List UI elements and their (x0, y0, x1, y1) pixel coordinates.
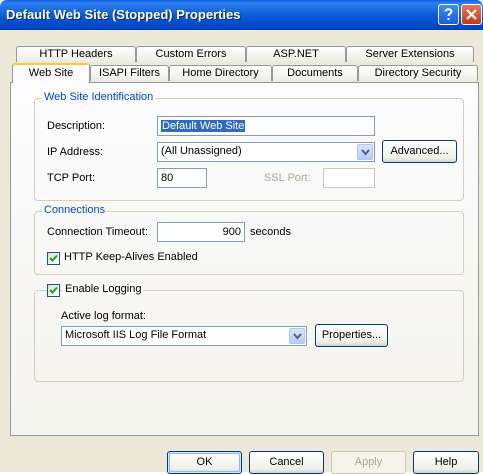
identification-group: Web Site Identification Description: Def… (34, 91, 464, 201)
properties-dialog: Default Web Site (Stopped) Properties HT… (0, 0, 483, 474)
apply-button[interactable]: Apply (331, 451, 406, 474)
chevron-down-icon (361, 149, 370, 156)
advanced-button[interactable]: Advanced... (382, 140, 457, 163)
checkmark-icon (49, 286, 58, 294)
identification-group-label: Web Site Identification (42, 91, 156, 103)
description-label: Description: (47, 120, 106, 132)
tab-custom-errors[interactable]: Custom Errors (136, 46, 246, 62)
logging-group: Enable Logging Active log format: Micros… (34, 283, 464, 382)
tcp-port-label: TCP Port: (47, 172, 96, 184)
tab-http-headers[interactable]: HTTP Headers (16, 46, 136, 62)
log-format-value: Microsoft IIS Log File Format (65, 329, 207, 341)
ssl-port-input[interactable] (323, 168, 375, 188)
log-properties-button[interactable]: Properties... (315, 324, 388, 347)
question-icon (444, 8, 453, 20)
window-title: Default Web Site (Stopped) Properties (6, 7, 241, 22)
cancel-button[interactable]: Cancel (249, 451, 324, 474)
connection-timeout-label: Connection Timeout: (47, 226, 148, 238)
tcp-port-input[interactable]: 80 (157, 168, 207, 188)
enable-logging-label[interactable]: Enable Logging (63, 283, 144, 295)
keepalive-label[interactable]: HTTP Keep-Alives Enabled (64, 251, 198, 263)
log-format-select[interactable]: Microsoft IIS Log File Format (61, 326, 307, 346)
tab-server-extensions[interactable]: Server Extensions (346, 46, 474, 62)
help-title-button[interactable] (438, 4, 459, 25)
tab-isapi-filters[interactable]: ISAPI Filters (90, 65, 169, 81)
description-input[interactable]: Default Web Site (157, 116, 375, 136)
connections-group: Connections Connection Timeout: 900 seco… (34, 204, 464, 275)
ssl-port-label: SSL Port: (264, 172, 311, 184)
tab-row-front: Web Site ISAPI Filters Home Directory Do… (12, 63, 479, 83)
connection-timeout-input[interactable]: 900 (157, 222, 245, 242)
ok-button[interactable]: OK (167, 451, 242, 474)
ip-address-value: (All Unassigned) (161, 145, 242, 157)
chevron-down-icon (293, 333, 302, 340)
ip-address-select[interactable]: (All Unassigned) (157, 142, 375, 162)
ip-dropdown-arrow[interactable] (357, 144, 373, 160)
tab-web-site[interactable]: Web Site (12, 63, 90, 83)
timeout-unit-label: seconds (250, 226, 291, 238)
tab-row-back: HTTP Headers Custom Errors ASP.NET Serve… (16, 46, 476, 63)
close-title-button[interactable] (461, 4, 482, 25)
tab-asp-net[interactable]: ASP.NET (246, 46, 346, 62)
description-value: Default Web Site (161, 120, 246, 132)
dialog-button-bar: OK Cancel Apply Help (0, 436, 483, 474)
enable-logging-checkbox[interactable] (47, 284, 60, 297)
connections-group-label: Connections (42, 204, 108, 216)
log-format-dropdown-arrow[interactable] (289, 328, 305, 344)
checkmark-icon (49, 254, 58, 262)
tab-directory-security[interactable]: Directory Security (358, 65, 478, 81)
tab-documents[interactable]: Documents (272, 65, 358, 81)
web-site-tab-panel: Web Site Identification Description: Def… (10, 82, 479, 436)
help-button[interactable]: Help (413, 451, 479, 474)
active-log-format-label: Active log format: (61, 310, 146, 322)
close-icon (466, 9, 477, 20)
tab-home-directory[interactable]: Home Directory (169, 65, 272, 81)
title-bar[interactable]: Default Web Site (Stopped) Properties (0, 0, 483, 30)
keepalive-checkbox[interactable] (47, 252, 60, 265)
ip-address-label: IP Address: (47, 146, 104, 158)
